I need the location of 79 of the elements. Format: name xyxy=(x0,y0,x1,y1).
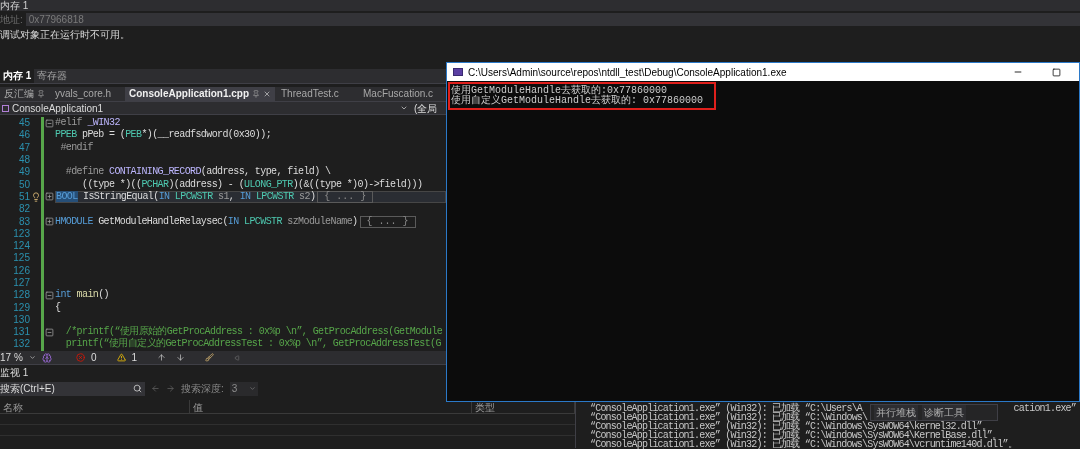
line-number: 47 xyxy=(17,142,30,153)
expand-icon[interactable] xyxy=(45,217,54,226)
search-field[interactable]: 搜索(Ctrl+E) xyxy=(0,381,133,396)
column-header[interactable]: 名称 xyxy=(0,400,190,413)
maximize-icon[interactable] xyxy=(1052,67,1061,77)
warning-icon[interactable] xyxy=(116,353,126,362)
line-number: 131 xyxy=(12,327,30,338)
panel-tab[interactable]: 内存 1 xyxy=(0,69,35,83)
line-number: 48 xyxy=(17,155,30,166)
console-line: 使用自定义GetModuleHandle去获取的: 0x77860000 xyxy=(451,96,705,106)
depth-label: 搜索深度: xyxy=(181,382,224,396)
console-line: 使用GetModuleHandle去获取的:0x77860000 xyxy=(451,86,669,96)
line-number: 50 xyxy=(17,179,30,190)
caret-icon xyxy=(400,104,408,112)
search-icon[interactable] xyxy=(133,384,142,393)
brush-icon[interactable] xyxy=(205,353,215,362)
collapsed-block[interactable]: { ... } xyxy=(317,190,374,203)
line-number: 129 xyxy=(12,302,30,313)
popup-tab[interactable]: 诊断工具 xyxy=(922,405,966,420)
code-text: #endif xyxy=(59,142,93,153)
code-text: #elif _WIN32 xyxy=(55,118,120,129)
panel-tab[interactable]: 寄存器 xyxy=(34,69,71,83)
collapse-icon[interactable] xyxy=(45,118,54,128)
project-dropdown[interactable]: ConsoleApplication1 xyxy=(0,102,408,114)
caret-icon xyxy=(248,385,256,392)
popup-tab[interactable]: 并行堆栈 xyxy=(874,405,918,420)
line-number: 82 xyxy=(17,204,30,215)
line-number: 83 xyxy=(17,216,30,227)
zoom-dropdown[interactable]: 17 % xyxy=(0,350,36,365)
code-text: ((type *)((PCHAR)(address) - (ULONG_PTR)(&((type *)0)->field))) xyxy=(81,179,423,190)
panel-title: 监视 1 xyxy=(0,367,30,378)
code-text: printf(“使用自定义的GetProcAddressTest : 0x%p \n”, GetProcAddressTest(G xyxy=(64,339,441,350)
pin-icon[interactable] xyxy=(252,90,260,98)
lightbulb-icon[interactable] xyxy=(30,191,41,202)
output-line: “ConsoleApplication1.exe” (Win32): 已加载 “C:\Windows\SysWOW64\vcruntime140d.dll”。 xyxy=(590,439,1017,449)
caret-icon xyxy=(29,354,36,361)
collapsed-block[interactable]: { ... } xyxy=(359,215,416,228)
expand-icon[interactable] xyxy=(45,192,54,202)
line-number: 49 xyxy=(17,167,30,178)
document-tab[interactable]: MacFuscation.c xyxy=(359,87,438,101)
document-tab[interactable]: 反汇编 xyxy=(0,87,49,101)
line-number: 46 xyxy=(17,130,30,141)
collapse-icon[interactable] xyxy=(45,327,54,337)
code-text: BOOL IsStringEqual(IN LPCWSTR s1, IN LPCWSTR s2) xyxy=(56,191,316,202)
pin-icon[interactable] xyxy=(37,90,45,98)
status-message: 调试对象正在运行时不可用。 xyxy=(0,30,131,40)
warning-count: 1 xyxy=(131,351,138,365)
document-tab[interactable]: yvals_core.h xyxy=(51,87,123,101)
error-count: 0 xyxy=(91,351,97,365)
code-text: #define CONTAINING_RECORD(address, type, field) \ xyxy=(64,167,331,178)
document-tab[interactable]: ConsoleApplication1.cpp xyxy=(125,87,275,101)
line-number: 126 xyxy=(12,265,30,276)
address-label: 地址: xyxy=(0,12,23,27)
console-icon xyxy=(453,68,463,76)
code-text: { xyxy=(55,302,61,313)
document-tab[interactable]: ThreadTest.c xyxy=(277,87,357,101)
arrow-down-icon[interactable] xyxy=(176,353,186,362)
line-number: 123 xyxy=(12,228,30,239)
line-number: 128 xyxy=(12,290,30,301)
line-number: 127 xyxy=(12,278,30,288)
line-number: 130 xyxy=(12,314,30,325)
project-icon xyxy=(2,104,9,112)
collapse-icon[interactable] xyxy=(45,290,54,300)
line-number: 124 xyxy=(12,241,30,252)
line-number: 132 xyxy=(12,339,30,350)
close-icon[interactable] xyxy=(263,90,271,98)
code-text: /*printf(“使用原始的GetProcAddress : 0x%p \n”, GetProcAddress(GetModule xyxy=(64,327,443,338)
line-number: 51 xyxy=(17,191,30,202)
line-number: 45 xyxy=(17,118,30,129)
code-text: PPEB pPeb = (PEB*)(__readfsdword(0x30)); xyxy=(55,130,272,141)
scope-dropdown[interactable]: (全局 xyxy=(414,100,438,116)
code-text: HMODULE GetModuleHandleRelaysec(IN LPCWSTR szModuleName) xyxy=(55,216,358,227)
arrow-up-icon[interactable] xyxy=(157,353,167,362)
output-line: cation1.exe” xyxy=(1013,403,1076,414)
panel-title: 内存 1 xyxy=(0,0,29,11)
brain-icon[interactable] xyxy=(42,352,52,363)
window-title: C:\Users\Admin\source\repos\ntdll_test\Debug\ConsoleApplication1.exe xyxy=(468,65,788,80)
code-text: int main() xyxy=(55,290,110,301)
line-number: 125 xyxy=(12,253,30,264)
